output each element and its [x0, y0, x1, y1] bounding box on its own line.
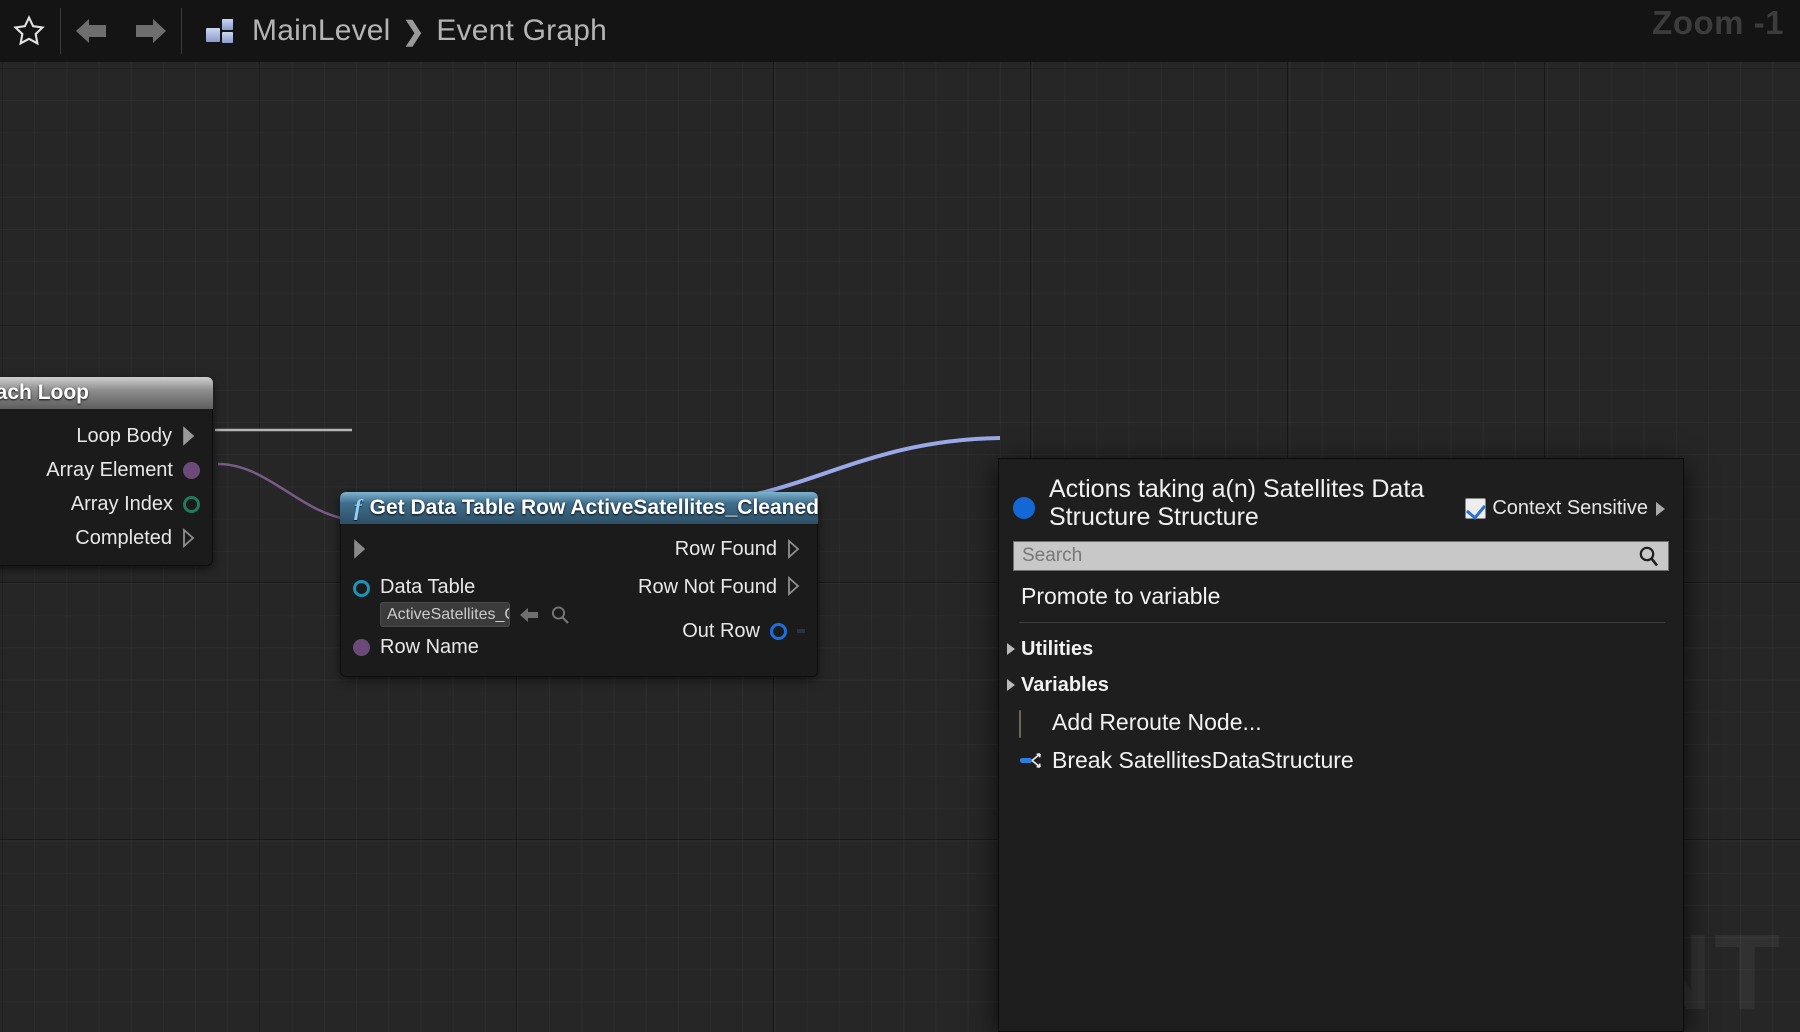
triangle-right-icon: [1007, 679, 1015, 691]
out-row-wire-stub: [797, 629, 805, 633]
pin-label-data-table: Data Table: [380, 576, 476, 598]
browse-arrow-icon[interactable]: [519, 606, 541, 624]
favorite-button[interactable]: [0, 0, 58, 62]
breadcrumb-current[interactable]: Event Graph: [436, 14, 607, 48]
node-header[interactable]: f Get Data Table Row ActiveSatellites_Cl…: [340, 492, 819, 524]
wire-data-arrayelement: [217, 462, 353, 522]
breadcrumb: MainLevel ❯ Event Graph: [206, 14, 607, 48]
pin-row-array-index: Array Index: [0, 487, 212, 521]
struct-pin-dot-icon: [1013, 497, 1035, 519]
out-row-output-pin[interactable]: [770, 622, 787, 640]
pin-row-row-name: Row Name Out Row: [341, 620, 817, 664]
zoom-level-label: Zoom -1: [1652, 4, 1784, 41]
data-table-input-pin[interactable]: [353, 580, 370, 597]
back-arrow-icon: [73, 16, 111, 46]
context-menu-header: Actions taking a(n) Satellites Data Stru…: [999, 459, 1683, 537]
break-struct-icon: [1019, 749, 1043, 771]
context-menu-list[interactable]: Promote to variable Utilities Variables …: [999, 571, 1683, 1031]
exec-input-pin[interactable]: [353, 539, 371, 559]
menu-category-utilities[interactable]: Utilities: [999, 631, 1683, 667]
context-sensitive-checkbox[interactable]: [1465, 498, 1487, 519]
data-table-select[interactable]: ActiveSatellites_C: [380, 602, 510, 627]
exec-output-pin-loop-body[interactable]: [182, 426, 200, 446]
context-action-menu[interactable]: Actions taking a(n) Satellites Data Stru…: [998, 458, 1684, 1032]
pin-label-out-row: Out Row: [682, 619, 760, 642]
menu-item-label: Variables: [1021, 673, 1109, 696]
context-menu-search-wrap: [999, 537, 1683, 571]
forward-button[interactable]: [121, 0, 179, 62]
triangle-right-icon: [1007, 643, 1015, 655]
search-input[interactable]: [1022, 545, 1636, 567]
search-box[interactable]: [1013, 541, 1669, 571]
node-get-data-table-row[interactable]: f Get Data Table Row ActiveSatellites_Cl…: [340, 492, 819, 677]
menu-item-promote-to-variable[interactable]: Promote to variable: [999, 577, 1683, 615]
chevron-right-icon[interactable]: [1656, 501, 1665, 516]
row-name-input-pin[interactable]: [353, 638, 370, 656]
breadcrumb-separator-icon: ❯: [402, 15, 425, 46]
menu-item-add-reroute-node[interactable]: Add Reroute Node...: [999, 703, 1683, 741]
node-title: For Each Loop: [0, 381, 89, 404]
top-toolbar: MainLevel ❯ Event Graph Zoom -1: [0, 0, 1800, 62]
search-icon[interactable]: [1636, 544, 1660, 568]
star-icon: [12, 14, 46, 48]
forward-arrow-icon: [131, 16, 169, 46]
node-body: Exec Loop Body Array: [0, 409, 213, 566]
menu-item-label: Add Reroute Node...: [1052, 708, 1262, 735]
blueprint-graph-icon: [206, 17, 240, 45]
exec-output-pin-completed[interactable]: [182, 527, 200, 549]
node-for-each-loop[interactable]: For Each Loop Exec Loop Body: [0, 377, 213, 566]
exec-output-pin-row-not-found[interactable]: [787, 575, 805, 597]
node-title: Get Data Table Row ActiveSatellites_Clea…: [369, 496, 819, 519]
function-icon: f: [354, 495, 362, 520]
pin-label-row-name: Row Name: [380, 635, 479, 658]
node-body: Row Found Data Table ActiveSatellites_C …: [340, 524, 818, 677]
menu-item-label: Break SatellitesDataStructure: [1052, 746, 1354, 773]
pin-label-array-index: Array Index: [70, 492, 173, 515]
menu-item-label: Utilities: [1021, 637, 1094, 660]
pin-row-exec: Exec Loop Body: [0, 419, 212, 453]
pin-label-row-found: Row Found: [674, 537, 777, 560]
pin-label-row-not-found: Row Not Found: [638, 576, 777, 598]
exec-output-pin-row-found[interactable]: [787, 538, 805, 560]
pin-row-completed: Completed: [0, 521, 212, 555]
menu-item-label: Promote to variable: [1021, 582, 1221, 609]
menu-separator: [1019, 622, 1665, 623]
menu-category-variables[interactable]: Variables: [999, 667, 1683, 703]
blueprint-editor-window: MainLevel ❯ Event Graph Zoom -1 NT For E…: [0, 0, 1800, 1032]
data-table-select-value: ActiveSatellites_C: [387, 605, 510, 623]
pin-label-array-element: Array Element: [46, 458, 173, 481]
graph-canvas[interactable]: NT For Each Loop: [0, 62, 1800, 1032]
magnifier-icon[interactable]: [550, 605, 570, 625]
menu-item-break-satellites-data-structure[interactable]: Break SatellitesDataStructure: [999, 741, 1683, 779]
array-element-output-pin[interactable]: [183, 461, 200, 479]
toolbar-divider-1: [60, 8, 61, 54]
back-button[interactable]: [63, 0, 121, 62]
context-sensitive-toggle[interactable]: Context Sensitive: [1465, 497, 1665, 520]
node-header[interactable]: For Each Loop: [0, 377, 213, 409]
pin-label-loop-body: Loop Body: [76, 424, 172, 447]
context-menu-title: Actions taking a(n) Satellites Data Stru…: [1049, 475, 1425, 531]
array-index-output-pin[interactable]: [183, 495, 200, 513]
wire-data-outrow: [701, 436, 1001, 502]
toolbar-divider-2: [181, 8, 182, 54]
reroute-node-icon: [1019, 710, 1043, 738]
breadcrumb-root[interactable]: MainLevel: [252, 14, 391, 48]
pin-row-exec: Row Found: [341, 532, 817, 566]
pin-label-completed: Completed: [75, 526, 172, 549]
pin-row-array: Array Array Element: [0, 453, 212, 487]
context-sensitive-label: Context Sensitive: [1492, 497, 1648, 519]
